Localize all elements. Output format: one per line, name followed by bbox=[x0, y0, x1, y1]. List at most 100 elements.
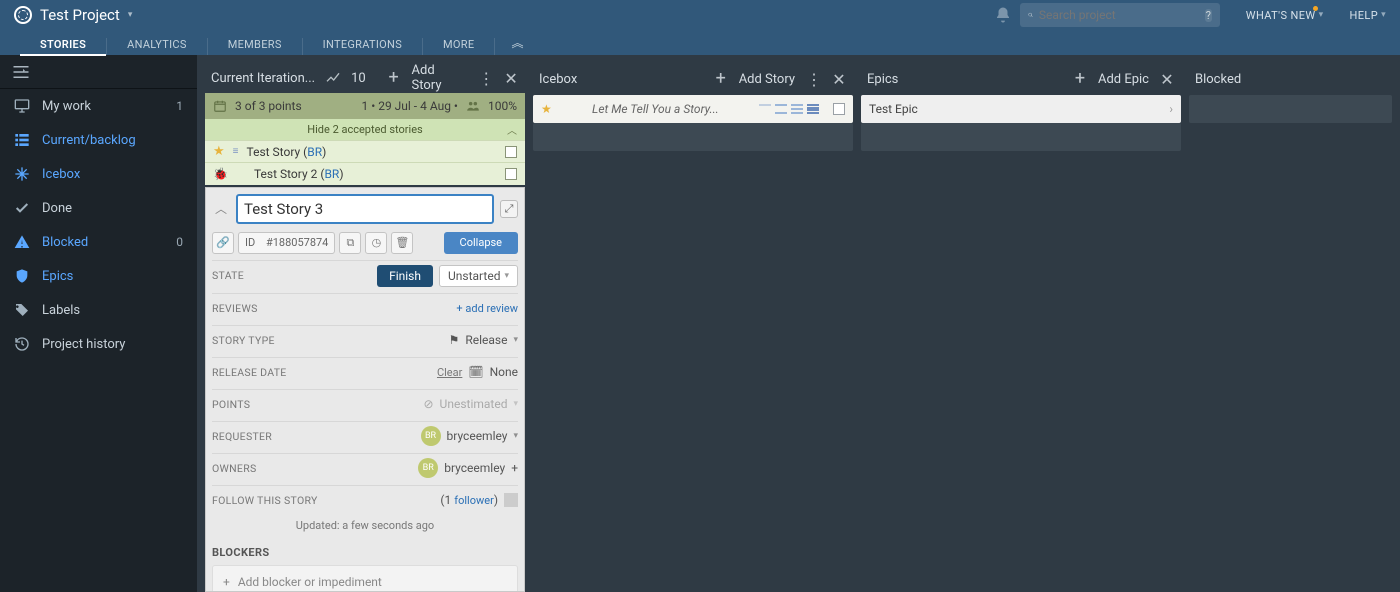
sidebar-item-labels[interactable]: Labels bbox=[0, 293, 197, 327]
project-caret-icon[interactable]: ▾ bbox=[128, 10, 133, 20]
copy-icon[interactable]: ⧉ bbox=[339, 232, 361, 254]
follow-checkbox[interactable] bbox=[504, 493, 518, 507]
field-label: POINTS bbox=[212, 398, 322, 411]
add-story-label[interactable]: Add Story bbox=[412, 63, 468, 93]
sidebar-item-done[interactable]: Done bbox=[0, 191, 197, 225]
epic-card[interactable]: Test Epic › bbox=[861, 95, 1181, 123]
requester-select[interactable]: BR bryceemley▾ bbox=[322, 426, 518, 446]
ban-icon: ⊘ bbox=[423, 397, 433, 411]
sidebar-item-label: My work bbox=[42, 99, 91, 114]
sidebar-item-epics[interactable]: Epics bbox=[0, 259, 197, 293]
drag-icon[interactable]: ≡ bbox=[233, 146, 239, 157]
story-id[interactable]: ID #188057874 bbox=[238, 232, 335, 254]
field-label: OWNERS bbox=[212, 462, 322, 475]
field-label: STATE bbox=[212, 269, 322, 282]
nav-tabs: STORIES ANALYTICS MEMBERS INTEGRATIONS M… bbox=[0, 30, 1400, 55]
notifications-icon[interactable] bbox=[994, 6, 1012, 24]
story-card[interactable]: ★ Let Me Tell You a Story... bbox=[533, 95, 853, 123]
trash-icon[interactable]: 🗑 bbox=[391, 232, 413, 254]
field-label: RELEASE DATE bbox=[212, 366, 322, 379]
chevron-right-icon[interactable]: › bbox=[1169, 102, 1173, 116]
story-row[interactable]: 🐞 Test Story 2 (BR) bbox=[205, 162, 525, 185]
velocity-icon[interactable] bbox=[325, 70, 341, 86]
search-project[interactable]: ? bbox=[1020, 3, 1220, 27]
sidebar-item-icebox[interactable]: Icebox bbox=[0, 157, 197, 191]
add-story-icon[interactable]: + bbox=[386, 70, 402, 86]
blockers-heading: BLOCKERS bbox=[212, 546, 518, 559]
story-row[interactable]: ★ ≡ Test Story (BR) bbox=[205, 140, 525, 163]
sidebar-toggle[interactable] bbox=[0, 55, 197, 89]
points-select[interactable]: ⊘ Unestimated▾ bbox=[322, 397, 518, 411]
add-blocker-input[interactable]: + Add blocker or impediment bbox=[212, 565, 518, 592]
app-logo-icon bbox=[14, 6, 32, 24]
tab-more[interactable]: MORE bbox=[423, 38, 495, 55]
sidebar-item-label: Blocked bbox=[42, 235, 88, 250]
tab-members[interactable]: MEMBERS bbox=[208, 38, 303, 55]
clear-date-link[interactable]: Clear bbox=[437, 366, 462, 379]
panel-epics: Epics + Add Epic ✕ Test Epic › bbox=[861, 63, 1181, 592]
panel-icebox: Icebox + Add Story ⋮ ✕ ★ Let Me Tell You… bbox=[533, 63, 853, 592]
sidebar-item-label: Icebox bbox=[42, 167, 80, 182]
clock-icon[interactable]: ◷ bbox=[365, 232, 387, 254]
field-label: REVIEWS bbox=[212, 302, 322, 315]
field-label: REQUESTER bbox=[212, 430, 322, 443]
add-story-icon[interactable]: + bbox=[713, 71, 729, 87]
finish-button[interactable]: Finish bbox=[377, 265, 433, 287]
accepted-toggle[interactable]: Hide 2 accepted stories ︿ bbox=[205, 119, 525, 140]
sidebar-item-blocked[interactable]: Blocked 0 bbox=[0, 225, 197, 259]
story-title-input[interactable] bbox=[236, 194, 494, 224]
followers-count: (1 follower) bbox=[440, 493, 498, 507]
search-icon bbox=[1028, 9, 1033, 21]
tab-integrations[interactable]: INTEGRATIONS bbox=[303, 38, 423, 55]
calendar-icon[interactable]: 🗓 bbox=[468, 365, 483, 379]
sidebar-item-label: Labels bbox=[42, 303, 80, 318]
add-owner-icon[interactable]: + bbox=[511, 461, 518, 475]
owner-link[interactable]: BR bbox=[324, 167, 339, 181]
collapse-caret-icon[interactable]: ︿ bbox=[212, 200, 230, 218]
iteration-bar: 3 of 3 points 1 • 29 Jul - 4 Aug • 100% bbox=[205, 93, 525, 119]
panel-close-icon[interactable]: ✕ bbox=[831, 71, 847, 87]
estimate-buttons[interactable] bbox=[759, 104, 819, 114]
people-icon bbox=[466, 99, 480, 113]
expand-icon[interactable]: ⤢ bbox=[500, 200, 518, 218]
sidebar-item-history[interactable]: Project history bbox=[0, 327, 197, 361]
iteration-pct: 100% bbox=[488, 99, 517, 113]
add-epic-icon[interactable]: + bbox=[1072, 71, 1088, 87]
epic-title: Test Epic bbox=[869, 102, 918, 116]
check-icon bbox=[14, 200, 30, 216]
project-name[interactable]: Test Project bbox=[40, 6, 120, 24]
add-epic-label[interactable]: Add Epic bbox=[1098, 72, 1149, 87]
panel-blocked: Blocked bbox=[1189, 63, 1392, 592]
story-checkbox[interactable] bbox=[505, 168, 517, 180]
link-icon[interactable]: 🔗 bbox=[212, 232, 234, 254]
search-help-icon[interactable]: ? bbox=[1205, 9, 1212, 22]
owner-link[interactable]: BR bbox=[307, 145, 322, 159]
panel-menu-icon[interactable]: ⋮ bbox=[477, 70, 493, 86]
story-checkbox[interactable] bbox=[505, 146, 517, 158]
story-checkbox[interactable] bbox=[833, 103, 845, 115]
tab-collapse-icon[interactable]: ︽ bbox=[495, 34, 539, 55]
panel-menu-icon[interactable]: ⋮ bbox=[805, 71, 821, 87]
tab-analytics[interactable]: ANALYTICS bbox=[107, 38, 208, 55]
collapse-button[interactable]: Collapse bbox=[444, 232, 518, 254]
shield-icon bbox=[14, 268, 30, 284]
tab-stories[interactable]: STORIES bbox=[20, 38, 107, 55]
story-type-select[interactable]: ⚑ Release▾ bbox=[322, 333, 518, 347]
sidebar-item-mywork[interactable]: My work 1 bbox=[0, 89, 197, 123]
panel-close-icon[interactable]: ✕ bbox=[503, 70, 519, 86]
history-icon bbox=[14, 336, 30, 352]
search-input[interactable] bbox=[1039, 8, 1195, 22]
sidebar-item-current[interactable]: Current/backlog bbox=[0, 123, 197, 157]
whats-new-link[interactable]: WHAT'S NEW▾ bbox=[1246, 9, 1324, 22]
panel-body bbox=[533, 123, 853, 151]
sidebar-item-label: Done bbox=[42, 201, 72, 216]
sidebar-item-label: Project history bbox=[42, 337, 125, 352]
panel-close-icon[interactable]: ✕ bbox=[1159, 71, 1175, 87]
add-story-label[interactable]: Add Story bbox=[739, 72, 795, 87]
help-link[interactable]: HELP▾ bbox=[1350, 9, 1387, 22]
state-select[interactable]: Unstarted▾ bbox=[439, 265, 518, 287]
iteration-points: 3 of 3 points bbox=[235, 99, 302, 113]
followers-link[interactable]: follower bbox=[454, 494, 494, 507]
app-header: Test Project ▾ ? WHAT'S NEW▾ HELP▾ STORI… bbox=[0, 0, 1400, 55]
add-review-link[interactable]: + add review bbox=[456, 302, 518, 315]
